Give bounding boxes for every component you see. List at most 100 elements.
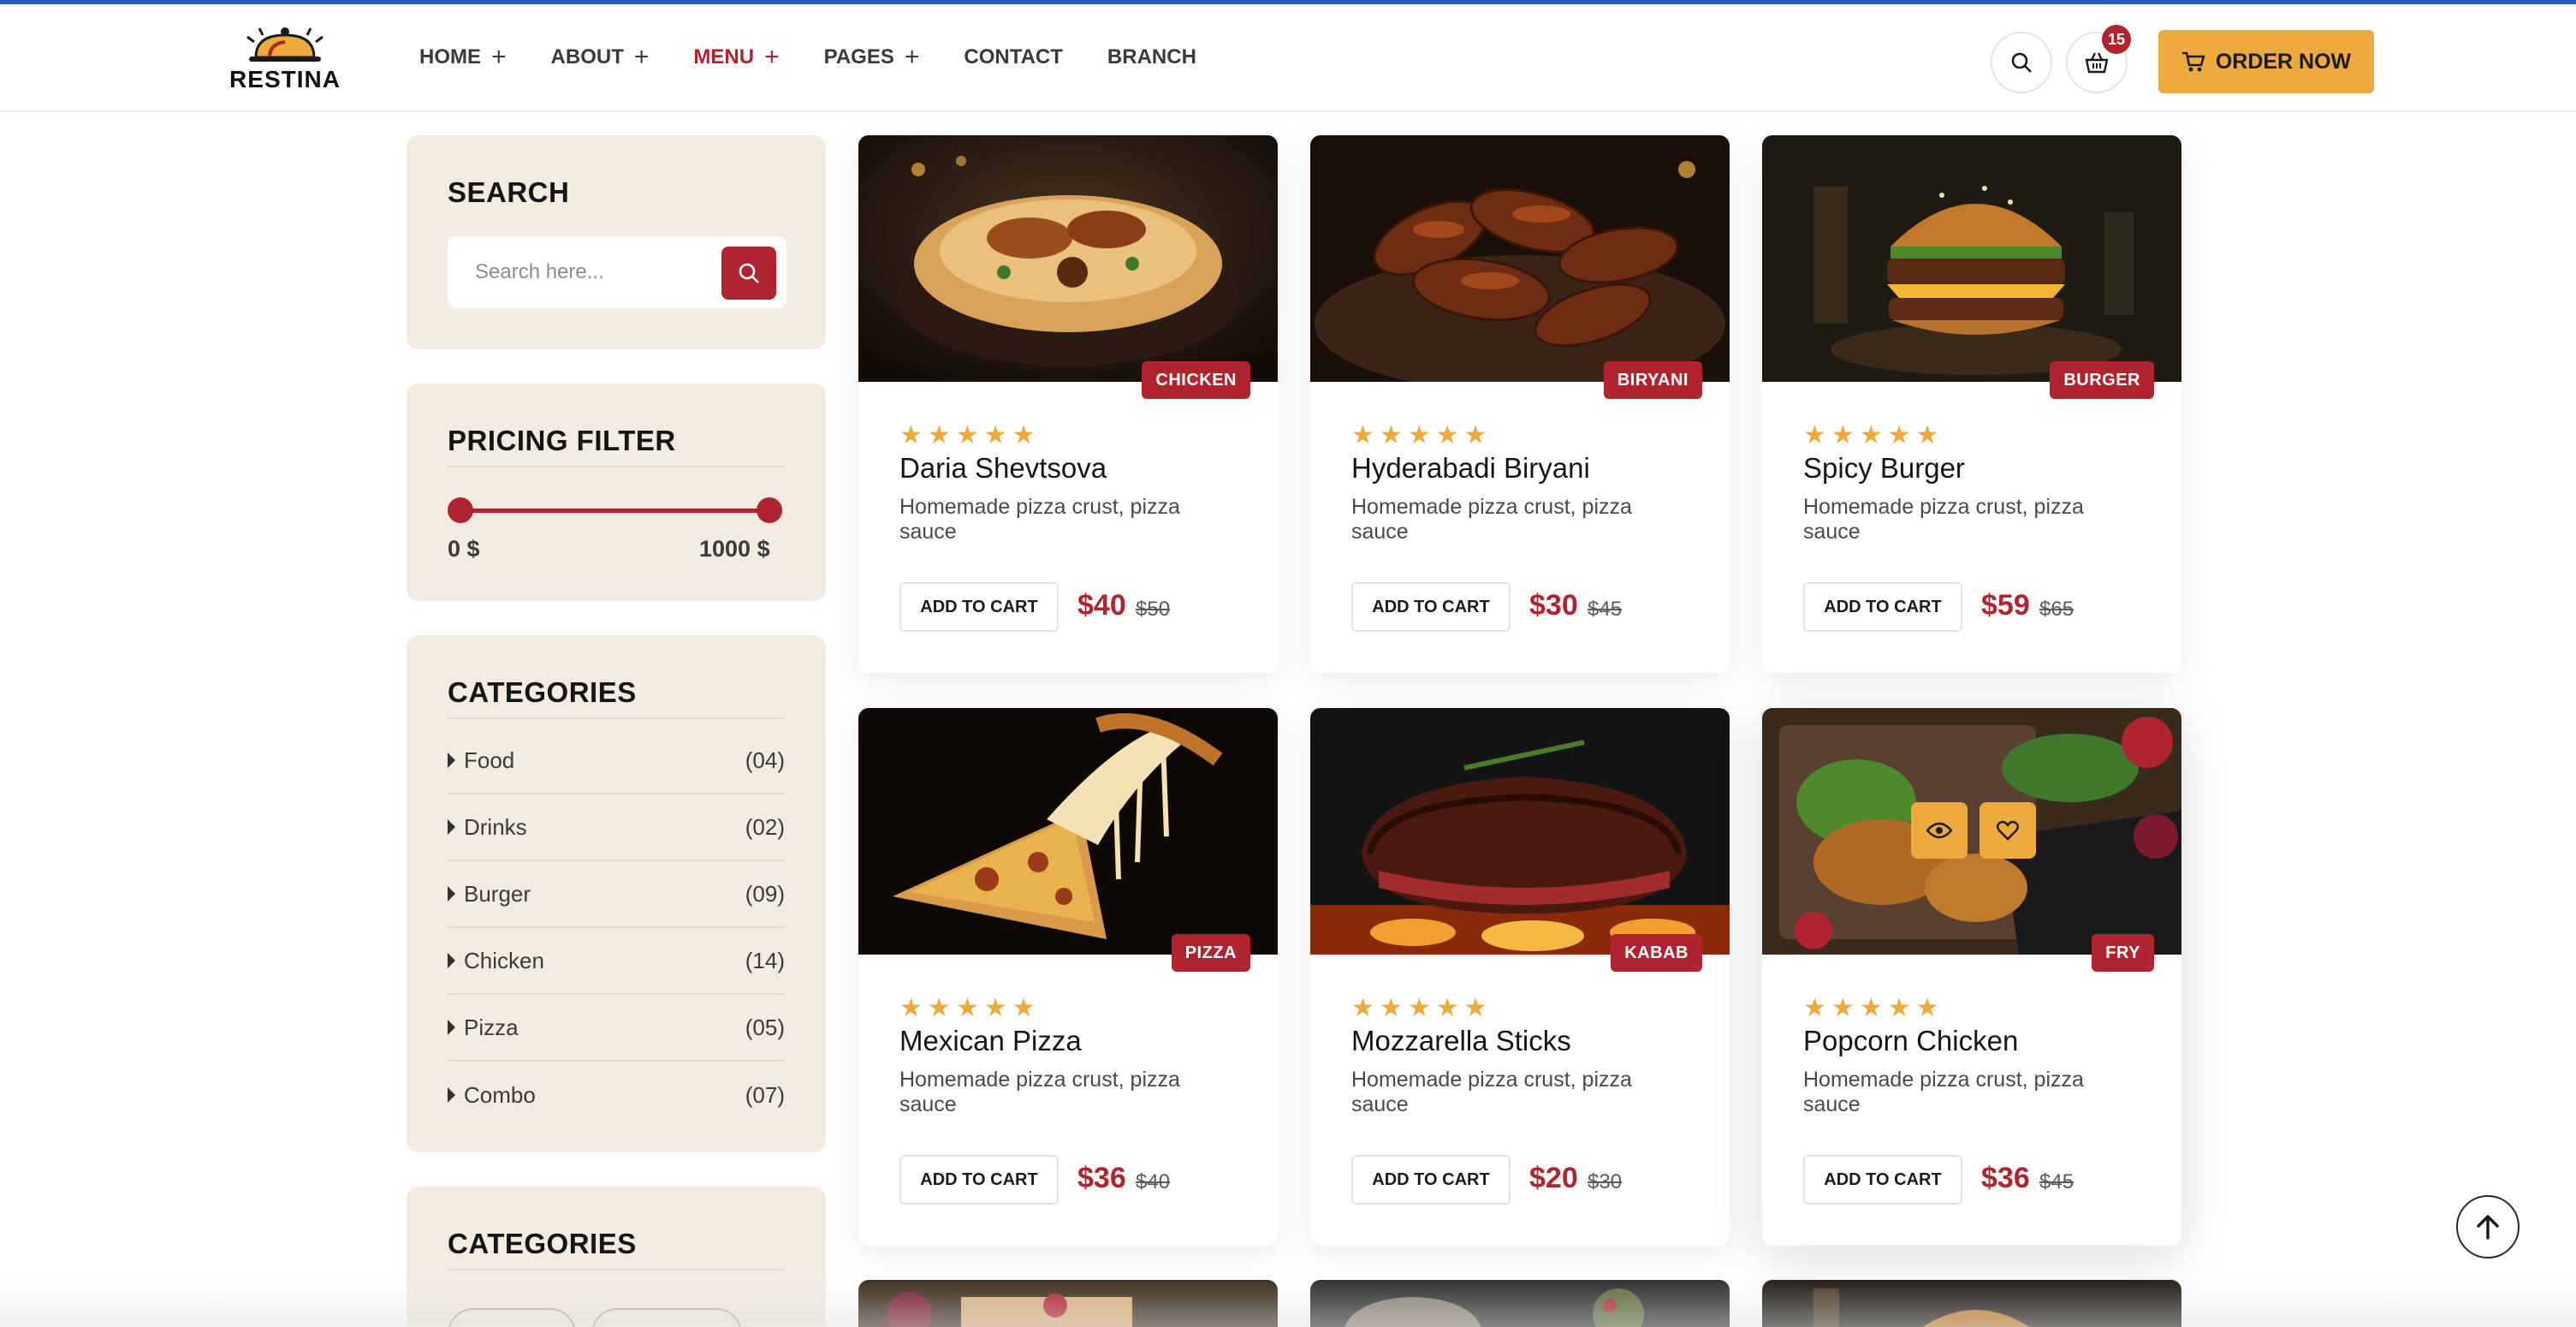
divider: [448, 717, 785, 719]
caret-right-icon: [448, 753, 455, 768]
price-range-track[interactable]: [460, 509, 769, 513]
header-search-button[interactable]: [1991, 32, 2052, 93]
product-image[interactable]: [1310, 135, 1730, 382]
cloche-logo-icon: [246, 27, 323, 62]
nav-home-label: HOME: [419, 45, 481, 68]
nav-menu[interactable]: MENU +: [693, 43, 780, 71]
add-to-cart-button[interactable]: ADD TO CART: [899, 582, 1059, 632]
site-logo[interactable]: RESTINA: [229, 25, 341, 97]
product-old-price: $30: [1588, 1170, 1623, 1193]
star-icon: ★: [1915, 993, 1939, 1023]
product-card[interactable]: FRY ★ ★ ★ ★ ★ Popcorn Chicken Homemade pizza…: [1762, 708, 2181, 1246]
arrow-up-icon: [2477, 1215, 2499, 1240]
nav-home[interactable]: HOME +: [419, 43, 507, 71]
product-card-partial[interactable]: [1762, 1280, 2181, 1327]
product-title[interactable]: Daria Shevtsova: [899, 452, 1107, 485]
scroll-to-top-button[interactable]: [2456, 1195, 2520, 1259]
site-header: RESTINA HOME + ABOUT + MENU + PAGES + CONTAC…: [0, 4, 2576, 112]
star-icon: ★: [927, 420, 951, 450]
nav-contact-label: CONTACT: [964, 45, 1063, 68]
star-rating: ★ ★ ★ ★ ★: [1351, 423, 1487, 449]
nav-pages[interactable]: PAGES +: [824, 45, 920, 70]
star-icon: ★: [1887, 420, 1911, 450]
product-card[interactable]: BIRYANI ★ ★ ★ ★ ★ Hyderabadi Biryani Homemad…: [1310, 135, 1730, 673]
product-card[interactable]: CHICKEN ★ ★ ★ ★ ★ Daria Shevtsova Homemade p…: [858, 135, 1278, 673]
tag-food[interactable]: FOOD: [448, 1308, 576, 1327]
category-name: Pizza: [464, 1014, 519, 1040]
category-name: Drinks: [464, 813, 527, 840]
star-rating: ★ ★ ★ ★ ★: [1351, 996, 1487, 1021]
category-tags-widget: CATEGORIES FOOD DRINKS: [407, 1187, 826, 1327]
category-item-combo[interactable]: Combo (07): [448, 1062, 785, 1128]
star-icon: ★: [1463, 420, 1487, 450]
star-icon: ★: [1887, 993, 1911, 1023]
category-badge: CHICKEN: [1142, 361, 1250, 399]
star-icon: ★: [1803, 420, 1826, 450]
divider: [448, 466, 785, 467]
product-title[interactable]: Popcorn Chicken: [1803, 1025, 2018, 1057]
product-old-price: $65: [2039, 598, 2074, 621]
category-item-chicken[interactable]: Chicken (14): [448, 928, 785, 995]
star-icon: ★: [983, 420, 1007, 450]
product-title[interactable]: Mexican Pizza: [899, 1025, 1082, 1057]
product-title[interactable]: Spicy Burger: [1803, 452, 1965, 485]
star-icon: ★: [1435, 993, 1459, 1023]
header-cart-button[interactable]: 15: [2066, 25, 2131, 93]
product-price: $30: [1529, 589, 1578, 622]
add-to-cart-button[interactable]: ADD TO CART: [1803, 1155, 1962, 1205]
category-item-pizza[interactable]: Pizza (05): [448, 995, 785, 1062]
nav-menu-label: MENU: [693, 45, 755, 68]
price-max-handle[interactable]: [757, 497, 782, 523]
order-now-button[interactable]: ORDER NOW: [2158, 30, 2374, 93]
price-min-handle[interactable]: [448, 497, 473, 523]
category-item-burger[interactable]: Burger (09): [448, 861, 785, 928]
nav-branch[interactable]: BRANCH: [1107, 45, 1196, 69]
product-price: $40: [1077, 589, 1126, 622]
product-title[interactable]: Hyderabadi Biryani: [1351, 452, 1590, 485]
bottom-fade: [0, 1276, 2576, 1327]
search-submit-button[interactable]: [721, 247, 776, 300]
product-image[interactable]: [858, 708, 1278, 955]
product-description: Homemade pizza crust, pizza sauce: [1803, 1068, 2084, 1116]
heart-icon: [1997, 820, 2019, 841]
add-to-cart-button[interactable]: ADD TO CART: [1351, 582, 1511, 632]
category-name: Burger: [464, 880, 531, 907]
star-icon: ★: [1012, 993, 1036, 1023]
product-card-partial[interactable]: [858, 1280, 1278, 1327]
search-widget-title: SEARCH: [448, 176, 570, 208]
pricing-widget-title: PRICING FILTER: [448, 425, 676, 456]
wishlist-button[interactable]: [1979, 802, 2036, 859]
add-to-cart-button[interactable]: ADD TO CART: [899, 1155, 1059, 1205]
product-image[interactable]: [858, 135, 1278, 382]
plus-icon: +: [491, 43, 507, 71]
plus-icon: +: [764, 43, 780, 71]
category-item-drinks[interactable]: Drinks (02): [448, 794, 785, 861]
main-nav: HOME + ABOUT + MENU + PAGES + CONTACT BRANCH: [419, 43, 1241, 71]
price-max-label: 1000 $: [699, 536, 770, 562]
search-icon: [739, 263, 759, 283]
category-count: (07): [745, 1081, 785, 1108]
product-image[interactable]: [1762, 708, 2181, 955]
star-icon: ★: [1831, 420, 1855, 450]
product-card[interactable]: KABAB ★ ★ ★ ★ ★ Mozzarella Sticks Homemade p…: [1310, 708, 1730, 1246]
add-to-cart-button[interactable]: ADD TO CART: [1803, 582, 1962, 632]
quick-view-button[interactable]: [1911, 802, 1968, 859]
product-title[interactable]: Mozzarella Sticks: [1351, 1025, 1571, 1057]
order-now-label: ORDER NOW: [2215, 49, 2352, 74]
logo-text: RESTINA: [229, 66, 341, 92]
search-input[interactable]: Search here...: [448, 236, 786, 308]
product-old-price: $45: [2039, 1170, 2074, 1193]
product-card[interactable]: PIZZA ★ ★ ★ ★ ★ Mexican Pizza Homemade pizza…: [858, 708, 1278, 1246]
product-card-partial[interactable]: [1310, 1280, 1730, 1327]
tag-drinks[interactable]: DRINKS: [591, 1308, 742, 1327]
product-description: Homemade pizza crust, pizza sauce: [1803, 495, 2084, 544]
product-image[interactable]: [1762, 135, 2181, 382]
nav-about[interactable]: ABOUT +: [551, 45, 650, 70]
category-item-food[interactable]: Food (04): [448, 728, 785, 794]
product-card[interactable]: BURGER ★ ★ ★ ★ ★ Spicy Burger Homemade pizza…: [1762, 135, 2181, 673]
product-image[interactable]: [1310, 708, 1730, 955]
add-to-cart-button[interactable]: ADD TO CART: [1351, 1155, 1511, 1205]
price-min-label: 0 $: [448, 536, 480, 562]
nav-contact[interactable]: CONTACT: [964, 45, 1063, 69]
nav-branch-label: BRANCH: [1107, 45, 1196, 68]
